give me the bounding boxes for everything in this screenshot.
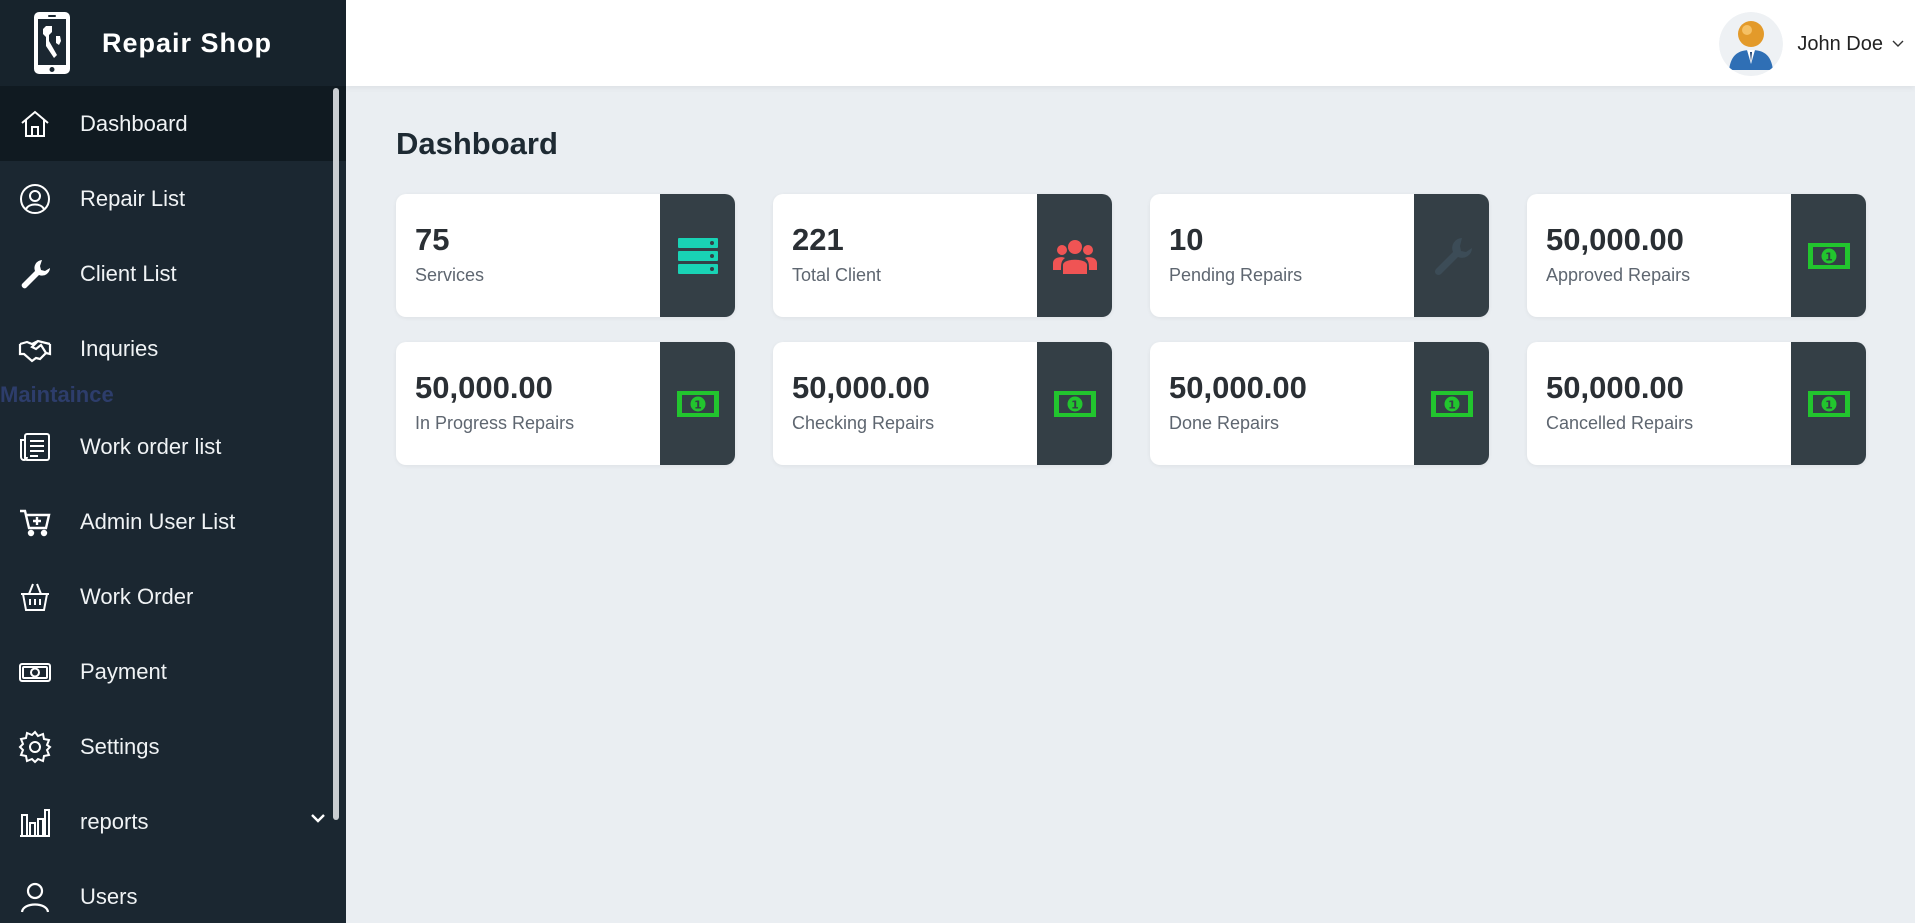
sidebar-item-dashboard[interactable]: Dashboard (0, 86, 346, 161)
svg-text:1: 1 (1825, 398, 1833, 411)
money-bill-icon: 1 (1053, 390, 1096, 417)
card-value: 50,000.00 (792, 370, 930, 405)
card-value: 221 (792, 222, 844, 257)
card-label: Checking Repairs (792, 413, 935, 433)
svg-text:1: 1 (694, 398, 702, 411)
card-label: Approved Repairs (1546, 265, 1691, 285)
stat-card-cancelled-repairs[interactable]: 50,000.00 Cancelled Repairs 1 (1527, 342, 1866, 465)
wrench-icon (1434, 237, 1472, 275)
sidebar-item-settings[interactable]: Settings (0, 709, 346, 784)
stat-card-done-repairs[interactable]: 50,000.00 Done Repairs 1 (1150, 342, 1489, 465)
sidebar-item-label: Client List (80, 260, 177, 286)
user-name: John Doe (1797, 32, 1883, 55)
stat-card-in-progress-repairs[interactable]: 50,000.00 In Progress Repairs 1 (396, 342, 735, 465)
money-bill-icon: 1 (1430, 390, 1473, 417)
sidebar-item-label: Work Order (80, 583, 194, 609)
card-label: Done Repairs (1169, 413, 1280, 433)
user-icon (18, 880, 52, 914)
sidebar-item-inquries[interactable]: Inquries (0, 311, 346, 386)
card-icon-box: 1 (1791, 194, 1866, 317)
stat-card-pending-repairs[interactable]: 10 Pending Repairs (1150, 194, 1489, 317)
card-icon-box (660, 194, 735, 317)
sidebar-item-repair-list[interactable]: Repair List (0, 161, 346, 236)
user-menu[interactable]: John Doe (1719, 12, 1905, 76)
sidebar-item-label: Dashboard (80, 110, 188, 136)
sidebar-item-work-order-list[interactable]: Work order list (0, 409, 346, 484)
card-icon-box: 1 (660, 342, 735, 465)
card-value: 10 (1169, 222, 1204, 257)
handshake-icon (18, 332, 52, 366)
svg-text:1: 1 (1071, 398, 1079, 411)
svg-text:1: 1 (1448, 398, 1456, 411)
brand[interactable]: Repair Shop (0, 0, 346, 86)
sidebar-item-payment[interactable]: Payment (0, 634, 346, 709)
card-value: 75 (415, 222, 450, 257)
sidebar-nav: Dashboard Repair List Client List Inquri… (0, 86, 346, 923)
phone-repair-logo-icon (34, 12, 70, 74)
money-bill-icon: 1 (676, 390, 719, 417)
sidebar: Repair Shop Dashboard Repair List Client… (0, 0, 346, 923)
app-title: Repair Shop (102, 27, 273, 58)
card-value: 50,000.00 (1546, 370, 1684, 405)
stat-card-total-client[interactable]: 221 Total Client (773, 194, 1112, 317)
home-icon (18, 107, 52, 141)
topbar: John Doe (346, 0, 1915, 86)
card-icon-box (1037, 194, 1112, 317)
sidebar-item-label: Repair List (80, 185, 186, 211)
card-value: 50,000.00 (415, 370, 553, 405)
cart-plus-icon (18, 505, 52, 539)
gear-icon (18, 729, 52, 764)
card-icon-box: 1 (1037, 342, 1112, 465)
chevron-down-icon[interactable] (1891, 37, 1905, 51)
sidebar-item-work-order[interactable]: Work Order (0, 559, 346, 634)
svg-text:1: 1 (1825, 250, 1833, 263)
sidebar-item-label: reports (80, 808, 149, 834)
sidebar-item-label: Settings (80, 733, 160, 759)
sidebar-item-label: Users (80, 883, 138, 909)
page-title: Dashboard (396, 126, 558, 161)
user-circle-icon (18, 182, 52, 216)
card-icon-box (1414, 194, 1489, 317)
stat-card-approved-repairs[interactable]: 50,000.00 Approved Repairs 1 (1527, 194, 1866, 317)
card-icon-box: 1 (1791, 342, 1866, 465)
card-label: Total Client (792, 265, 882, 285)
document-list-icon (18, 430, 52, 464)
money-icon (18, 655, 52, 689)
card-label: Services (415, 265, 485, 285)
sidebar-item-label: Payment (80, 658, 167, 684)
users-icon (1052, 239, 1097, 274)
sidebar-item-client-list[interactable]: Client List (0, 236, 346, 311)
basket-icon (18, 580, 52, 614)
money-bill-icon: 1 (1807, 242, 1850, 269)
sidebar-item-admin-user-list[interactable]: Admin User List (0, 484, 346, 559)
card-value: 50,000.00 (1546, 222, 1684, 257)
card-label: Cancelled Repairs (1546, 413, 1694, 433)
sidebar-item-label: Admin User List (80, 508, 236, 534)
avatar (1719, 12, 1784, 76)
server-icon (677, 237, 718, 274)
stat-cards: 75 Services 221 Total Client 10 Pending … (396, 194, 1866, 465)
card-label: Pending Repairs (1169, 265, 1303, 285)
bar-chart-icon (18, 805, 52, 839)
sidebar-item-reports[interactable]: reports (0, 784, 346, 859)
stat-card-services[interactable]: 75 Services (396, 194, 735, 317)
chevron-down-icon[interactable] (310, 810, 326, 826)
money-bill-icon: 1 (1807, 390, 1850, 417)
sidebar-scrollbar[interactable] (333, 88, 339, 820)
wrench-icon (18, 257, 52, 291)
sidebar-item-label: Work order list (80, 433, 222, 459)
sidebar-item-users[interactable]: Users (0, 859, 346, 923)
sidebar-item-label: Inquries (80, 335, 159, 361)
stat-card-checking-repairs[interactable]: 50,000.00 Checking Repairs 1 (773, 342, 1112, 465)
card-value: 50,000.00 (1169, 370, 1307, 405)
card-icon-box: 1 (1414, 342, 1489, 465)
card-label: In Progress Repairs (415, 413, 575, 433)
